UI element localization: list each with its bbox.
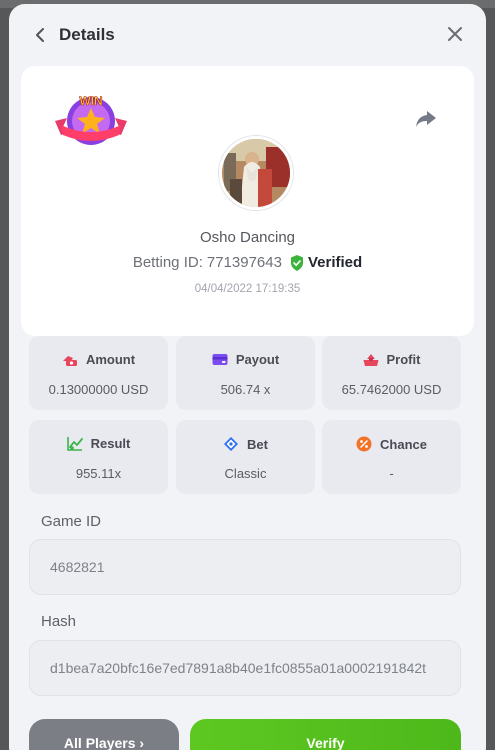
stat-bet-label: Bet bbox=[247, 436, 268, 452]
stat-payout-value: 506.74 x bbox=[220, 382, 271, 397]
share-icon[interactable] bbox=[414, 108, 438, 130]
win-badge-text: WIN bbox=[79, 94, 102, 108]
modal-header: Details bbox=[9, 4, 486, 66]
stat-payout: Payout 506.74 x bbox=[176, 336, 315, 410]
stat-profit: Profit 65.7462000 USD bbox=[322, 336, 461, 410]
chart-trend-icon bbox=[66, 436, 83, 451]
bet-summary-card: WIN Osho Dancing Betting ID: 771397643 V… bbox=[21, 66, 474, 336]
money-icon bbox=[62, 353, 78, 367]
stat-result-value: 955.11x bbox=[75, 466, 122, 481]
percent-icon bbox=[356, 436, 372, 452]
stat-chance-value: - bbox=[389, 466, 394, 481]
stat-result-label: Result bbox=[90, 436, 131, 451]
all-players-button[interactable]: All Players › bbox=[29, 719, 179, 750]
game-id-field[interactable]: 4682821 bbox=[29, 539, 461, 595]
bet-timestamp: 04/04/2022 17:19:35 bbox=[194, 283, 301, 295]
betting-id-value: 771397643 bbox=[206, 254, 282, 271]
stat-chance-label: Chance bbox=[380, 436, 427, 452]
hash-field[interactable]: d1bea7a20bfc16e7ed7891a8b40e1fc0855a01a0… bbox=[29, 640, 461, 696]
stat-amount-label: Amount bbox=[85, 352, 136, 367]
stat-profit-label: Profit bbox=[386, 352, 421, 367]
stat-result: Result 955.11x bbox=[29, 420, 168, 494]
stat-profit-value: 65.7462000 USD bbox=[341, 382, 442, 397]
game-id-label: Game ID bbox=[41, 513, 102, 530]
stat-amount: Amount 0.13000000 USD bbox=[29, 336, 168, 410]
profit-icon bbox=[363, 353, 379, 367]
betting-id-label: Betting ID: bbox=[132, 254, 203, 271]
stat-bet: Bet Classic bbox=[176, 420, 315, 494]
stat-payout-label: Payout bbox=[235, 352, 280, 367]
modal-title: Details bbox=[59, 25, 115, 44]
betting-id-row: Betting ID: 771397643 Verified bbox=[21, 254, 474, 271]
chevron-left-icon[interactable] bbox=[31, 26, 49, 44]
win-badge-icon: WIN bbox=[53, 91, 129, 151]
verified-label: Verified bbox=[307, 254, 363, 271]
dice-icon bbox=[223, 436, 239, 452]
close-icon[interactable] bbox=[446, 25, 464, 43]
player-avatar bbox=[219, 136, 293, 210]
stat-amount-value: 0.13000000 USD bbox=[48, 382, 149, 397]
hash-label: Hash bbox=[41, 613, 77, 630]
details-modal: Details WIN Osho Dancing Betting ID: 771… bbox=[9, 4, 486, 750]
verified-shield-icon bbox=[290, 254, 304, 271]
wallet-icon bbox=[212, 353, 228, 366]
verify-button[interactable]: Verify bbox=[190, 719, 461, 750]
stat-chance: Chance - bbox=[322, 420, 461, 494]
stat-bet-value: Classic bbox=[224, 466, 267, 481]
player-name: Osho Dancing bbox=[199, 229, 296, 246]
